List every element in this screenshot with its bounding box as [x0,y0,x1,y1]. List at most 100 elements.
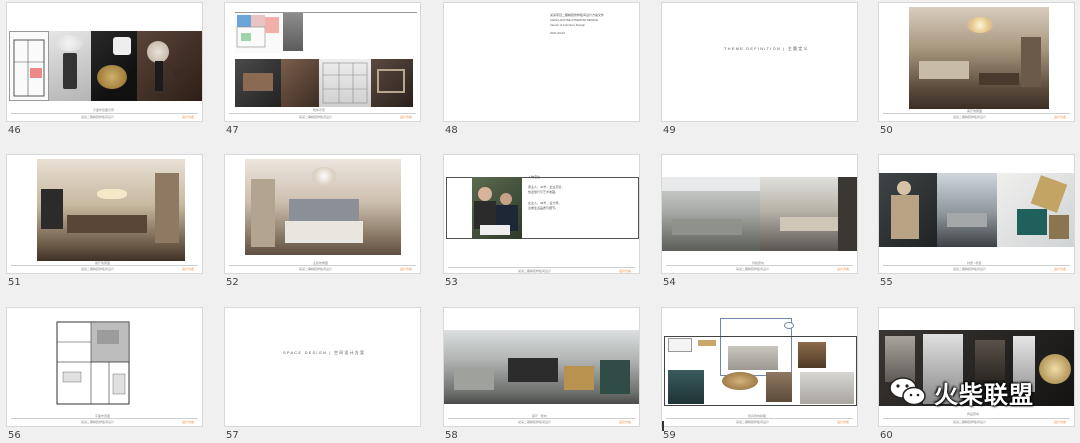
drawer-detail-photo [371,59,413,107]
slide-47[interactable]: 柜体示意 某某二期精装样板间设计 设计方案 [224,2,421,122]
slide-footer-mark: 设计方案 [1053,420,1066,424]
accessory-photo [698,340,716,346]
slide-caption: 饰品意向 [967,412,980,416]
slide-footer-mark: 设计方案 [399,267,412,271]
slide-50[interactable]: 客厅效果图 某某二期精装样板间设计 设计方案 [878,2,1075,122]
slide-number: 47 [226,125,239,136]
slide-number: 53 [445,277,458,288]
bedroom-render [245,159,401,255]
slide-49[interactable]: THEME DEFINITION | 主题定义 [661,2,858,122]
slide-footer-mark: 设计方案 [181,115,194,119]
armchair-photo [668,370,704,404]
slide-footer-mark: 设计方案 [181,420,194,424]
slide-footer-mark: 设计方案 [618,269,631,273]
slide-56[interactable]: 平面布置图 某某二期精装样板间设计 设计方案 [6,307,203,427]
slide-number: 59 [663,430,676,441]
slide-53[interactable]: 人物定位 男主人，40岁，企业高管， 热爱旅行与艺术收藏。 女主人，38岁，设计… [443,154,640,274]
slide-number: 50 [880,125,893,136]
slide-footer-text: 某某二期精装样板间设计 [81,267,115,271]
materials-photo [997,173,1074,247]
slide-51[interactable]: 餐厅效果图 某某二期精装样板间设计 设计方案 [6,154,203,274]
floor-plan-image [9,31,49,101]
slide-number: 57 [226,430,239,441]
slide-number: 46 [8,125,21,136]
slide-caption: 平面布置图示意 [93,108,115,112]
slide-footer-mark: 设计方案 [1053,267,1066,271]
watermark-text: 火柴联盟 [934,380,1034,409]
desk-photo [798,342,826,368]
slide-58[interactable]: 客厅 · 意向 某某二期精装样板间设计 设计方案 [443,307,640,427]
living-room-render [909,7,1049,109]
slide-footer-text: 某某二期精装样板间设计 [299,267,333,271]
gold-objects-photo [91,31,137,101]
slide-number: 58 [445,430,458,441]
slide-caption: 客厅 · 意向 [532,414,547,418]
slide-number: 56 [8,430,21,441]
slide-footer-text: 某某二期精装样板间设计 [81,115,115,119]
coffee-table-photo [722,372,758,390]
slide-number: 52 [226,277,239,288]
slide-55[interactable]: 材质 / 软装 某某二期精装样板间设计 设计方案 [878,154,1075,274]
sofa-photo [728,346,778,370]
slide-number: 60 [880,430,893,441]
text-cursor [662,421,664,431]
perfume-photo [49,31,91,101]
slide-caption: 人物定位 [528,175,541,179]
slide-footer-text: 某某二期精装样板间设计 [518,420,552,424]
slide-footer-text: 某某二期精装样板间设计 [953,420,987,424]
slide-caption: 风格意向 [752,261,765,265]
drawer-photo [235,59,281,107]
slide-caption: 客厅效果图 [967,109,983,113]
slide-number: 51 [8,277,21,288]
wechat-icon [888,375,928,409]
slide-caption: 主卧效果图 [313,261,329,265]
slide-footer-mark: 设计方案 [836,267,849,271]
slide-footer-text: 某某二期精装样板间设计 [518,269,552,273]
portrait-photo [879,173,937,247]
slide-number: 55 [880,277,893,288]
shelf-photo [319,59,371,107]
lounge-photo [662,177,760,251]
slide-footer-text: 某某二期精装样板间设计 [299,115,333,119]
watermark: 火柴联盟 [888,374,1034,410]
color-plan-image [235,13,285,53]
slide-footer-text: 某某二期精装样板间设计 [81,420,115,424]
wardrobe-photo [281,59,319,107]
sofa-2-photo [800,372,854,404]
plan-inset [668,338,692,352]
slide-footer-mark: 设计方案 [1053,115,1066,119]
slide-57[interactable]: SPACE DESIGN | 空间设计方案 [224,307,421,427]
slide-title: SPACE DESIGN | 空间设计方案 [283,350,366,355]
slide-54[interactable]: 风格意向 某某二期精装样板间设计 设计方案 [661,154,858,274]
slide-text-block: 某某项目二期精装修样板间设计方案文件 CHINA HOUSE INTERIOR … [550,13,605,35]
slide-footer-text: 某某二期精装样板间设计 [953,267,987,271]
slide-footer-text: 某某二期精装样板间设计 [736,420,770,424]
slide-59[interactable]: 家具意向拼图 某某二期精装样板间设计 设计方案 [661,307,858,427]
slide-caption: 餐厅效果图 [95,261,111,265]
slide-caption: 家具意向拼图 [748,414,767,418]
slide-48[interactable]: 某某项目二期精装修样板间设计方案文件 CHINA HOUSE INTERIOR … [443,2,640,122]
side-table-photo [766,372,792,402]
slide-text-block: 男主人，40岁，企业高管， 热爱旅行与艺术收藏。 女主人，38岁，设计师， 注重… [528,185,565,210]
slide-footer-text: 某某二期精装样板间设计 [953,115,987,119]
slide-footer-mark: 设计方案 [181,267,194,271]
couple-photo [472,177,522,239]
slide-caption: 材质 / 软装 [967,261,982,265]
slide-52[interactable]: 主卧效果图 某某二期精装样板间设计 设计方案 [224,154,421,274]
slide-footer-mark: 设计方案 [399,115,412,119]
slide-title: THEME DEFINITION | 主题定义 [724,46,809,51]
interior-photo [937,173,997,247]
slide-footer-mark: 设计方案 [618,420,631,424]
slide-number: 49 [663,125,676,136]
brush-photo [137,31,202,101]
slide-number: 54 [663,277,676,288]
living-room-photo [444,330,639,404]
floor-plan-drawing [51,316,135,410]
slide-footer-mark: 设计方案 [836,420,849,424]
slide-number: 48 [445,125,458,136]
slide-caption: 平面布置图 [95,414,111,418]
slide-46[interactable]: 平面布置图示意 某某二期精装样板间设计 设计方案 [6,2,203,122]
dining-room-render [37,159,185,261]
dining-lounge-photo [760,177,857,251]
slide-footer-text: 某某二期精装样板间设计 [736,267,770,271]
